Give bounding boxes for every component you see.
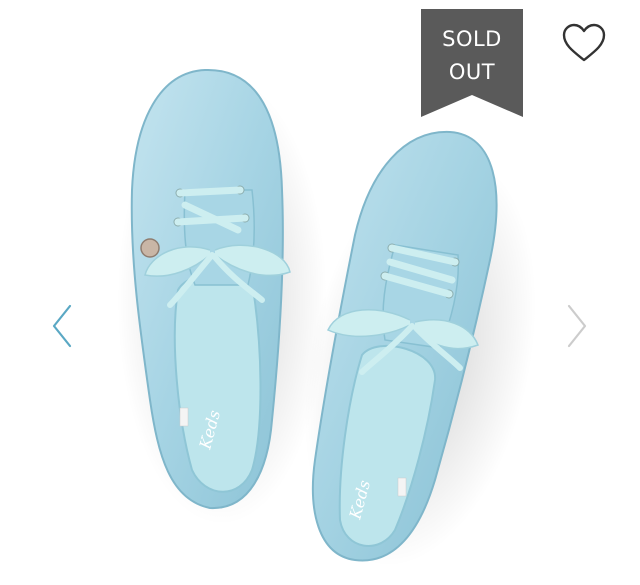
heart-icon	[562, 23, 606, 62]
carousel-next-button[interactable]	[565, 302, 589, 350]
carousel-prev-button[interactable]	[50, 302, 74, 350]
badge-line-sold: SOLD	[442, 27, 502, 51]
badge-line-out: OUT	[448, 60, 496, 84]
favorite-button[interactable]	[560, 22, 608, 64]
product-image: Keds Keds	[117, 68, 537, 567]
chevron-right-icon	[567, 304, 587, 348]
badge-text: SOLD OUT	[421, 23, 523, 89]
sold-out-badge: SOLD OUT	[421, 9, 523, 117]
chevron-left-icon	[52, 304, 72, 348]
